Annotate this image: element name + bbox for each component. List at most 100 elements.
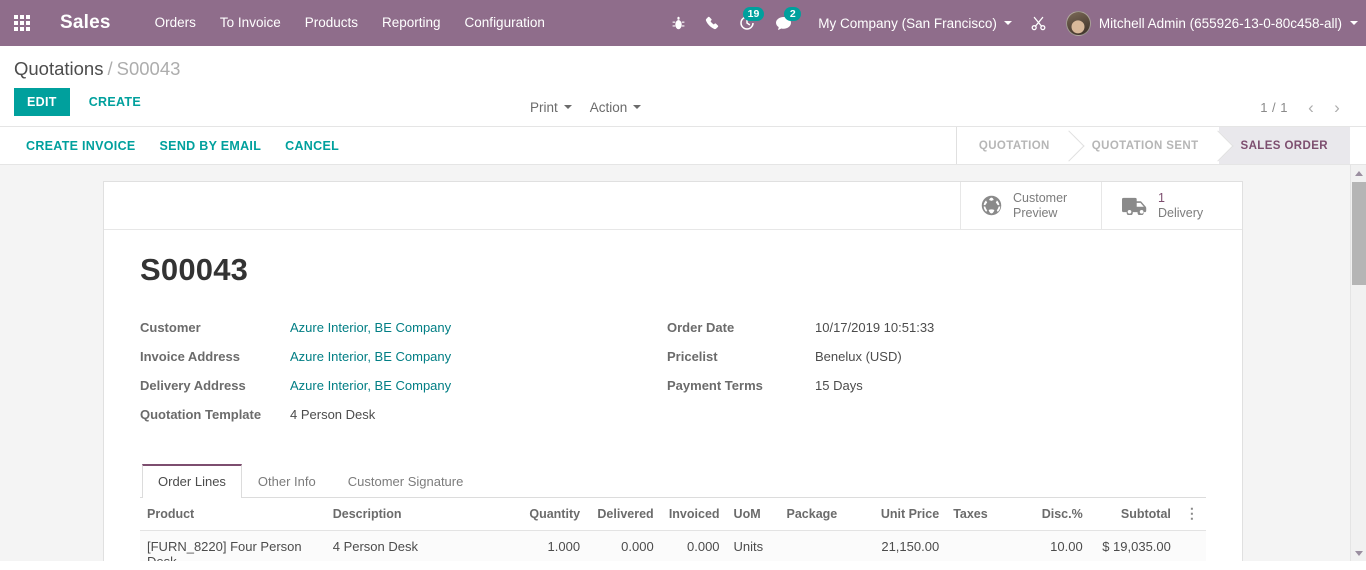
cell-subtotal: $ 19,035.00 bbox=[1090, 531, 1178, 562]
print-label: Print bbox=[530, 100, 558, 115]
pager-count: 1 / 1 bbox=[1260, 100, 1296, 115]
create-button[interactable]: CREATE bbox=[76, 88, 154, 116]
control-panel-buttons-row: EDIT CREATE Print Action 1 / 1 ‹ › bbox=[0, 88, 1366, 126]
messages-count-badge: 2 bbox=[784, 7, 801, 21]
cancel-button[interactable]: CANCEL bbox=[273, 133, 351, 159]
menu-item-reporting[interactable]: Reporting bbox=[370, 0, 453, 46]
navbar-right-tools: 19 2 My Company (San Francisco) Mitchell… bbox=[662, 0, 1358, 46]
tab-order-lines[interactable]: Order Lines bbox=[142, 464, 242, 498]
activity-clock-icon[interactable]: 19 bbox=[729, 0, 765, 46]
pager: 1 / 1 ‹ › bbox=[1260, 88, 1348, 126]
pager-previous-button[interactable]: ‹ bbox=[1300, 94, 1322, 120]
app-brand-sales[interactable]: Sales bbox=[44, 12, 121, 34]
send-by-email-button[interactable]: SEND BY EMAIL bbox=[148, 133, 274, 159]
chevron-down-icon bbox=[1004, 21, 1012, 25]
user-name: Mitchell Admin (655926-13-0-80c458-all) bbox=[1099, 16, 1342, 31]
scroll-down-arrow-icon[interactable] bbox=[1351, 545, 1366, 561]
print-dropdown[interactable]: Print bbox=[530, 100, 572, 115]
tab-other-info[interactable]: Other Info bbox=[242, 464, 332, 498]
scissors-icon[interactable] bbox=[1021, 0, 1056, 46]
menu-item-to-invoice[interactable]: To Invoice bbox=[208, 0, 293, 46]
scroll-up-arrow-icon[interactable] bbox=[1351, 165, 1366, 181]
status-sales-order[interactable]: SALES ORDER bbox=[1219, 127, 1350, 164]
optional-columns-toggle[interactable]: ⋮ bbox=[1178, 498, 1206, 531]
phone-icon[interactable] bbox=[695, 0, 729, 46]
field-customer-value[interactable]: Azure Interior, BE Company bbox=[290, 320, 451, 335]
stat-buttons-bar: Customer Preview 1 Delivery bbox=[104, 182, 1242, 230]
field-payment-terms: Payment Terms 15 Days bbox=[667, 378, 1206, 396]
apps-grid-icon[interactable] bbox=[0, 0, 44, 46]
activity-count-badge: 19 bbox=[743, 7, 765, 21]
tab-customer-signature[interactable]: Customer Signature bbox=[332, 464, 480, 498]
cell-invoiced: 0.000 bbox=[661, 531, 727, 562]
scrollbar-thumb[interactable] bbox=[1352, 182, 1366, 285]
record-sheet: Customer Preview 1 Delivery bbox=[103, 181, 1243, 561]
header-quantity[interactable]: Quantity bbox=[514, 498, 587, 531]
field-delivery-address-value[interactable]: Azure Interior, BE Company bbox=[290, 378, 451, 393]
header-uom[interactable]: UoM bbox=[727, 498, 780, 531]
menu-item-configuration[interactable]: Configuration bbox=[453, 0, 557, 46]
cell-description: 4 Person Desk bbox=[326, 531, 514, 562]
edit-button[interactable]: EDIT bbox=[14, 88, 70, 116]
page-title: S00043 bbox=[140, 252, 1206, 288]
form-column-left: Customer Azure Interior, BE Company Invo… bbox=[140, 320, 667, 436]
order-lines-body: [FURN_8220] Four Person Desk 4 Person De… bbox=[140, 531, 1206, 562]
table-header-row: Product Description Quantity Delivered I… bbox=[140, 498, 1206, 531]
form-fields: Customer Azure Interior, BE Company Invo… bbox=[140, 320, 1206, 436]
header-product[interactable]: Product bbox=[140, 498, 326, 531]
cell-delivered: 0.000 bbox=[587, 531, 661, 562]
header-discount[interactable]: Disc.% bbox=[1018, 498, 1090, 531]
field-invoice-address-value[interactable]: Azure Interior, BE Company bbox=[290, 349, 451, 364]
header-invoiced[interactable]: Invoiced bbox=[661, 498, 727, 531]
field-quotation-template: Quotation Template 4 Person Desk bbox=[140, 407, 667, 425]
field-payment-terms-value: 15 Days bbox=[815, 378, 863, 393]
delivery-label: 1 Delivery bbox=[1158, 191, 1203, 221]
customer-preview-label: Customer Preview bbox=[1013, 191, 1067, 221]
header-taxes[interactable]: Taxes bbox=[946, 498, 1017, 531]
vertical-dots-icon: ⋮ bbox=[1185, 505, 1199, 521]
control-panel: Quotations/S00043 EDIT CREATE Print Acti… bbox=[0, 46, 1366, 127]
status-quotation-sent[interactable]: QUOTATION SENT bbox=[1070, 127, 1219, 164]
table-row[interactable]: [FURN_8220] Four Person Desk 4 Person De… bbox=[140, 531, 1206, 562]
field-order-date-label: Order Date bbox=[667, 320, 815, 335]
action-dropdown[interactable]: Action bbox=[590, 100, 642, 115]
form-viewport: Customer Preview 1 Delivery bbox=[0, 165, 1366, 561]
avatar bbox=[1066, 11, 1091, 36]
breadcrumb: Quotations/S00043 bbox=[14, 58, 180, 80]
top-navbar: Sales Orders To Invoice Products Reporti… bbox=[0, 0, 1366, 46]
main-menu: Orders To Invoice Products Reporting Con… bbox=[143, 0, 557, 46]
form-column-right: Order Date 10/17/2019 10:51:33 Pricelist… bbox=[667, 320, 1206, 436]
messages-icon[interactable]: 2 bbox=[765, 0, 802, 46]
delivery-button[interactable]: 1 Delivery bbox=[1101, 182, 1242, 229]
header-subtotal[interactable]: Subtotal bbox=[1090, 498, 1178, 531]
field-quotation-template-value: 4 Person Desk bbox=[290, 407, 375, 422]
pager-next-button[interactable]: › bbox=[1326, 94, 1348, 120]
bug-icon[interactable] bbox=[662, 0, 695, 46]
truck-icon bbox=[1122, 197, 1147, 215]
sheet-body: S00043 Customer Azure Interior, BE Compa… bbox=[104, 230, 1242, 561]
menu-item-products[interactable]: Products bbox=[293, 0, 370, 46]
cell-quantity: 1.000 bbox=[514, 531, 587, 562]
breadcrumb-row: Quotations/S00043 bbox=[0, 46, 1366, 88]
status-quotation[interactable]: QUOTATION bbox=[957, 127, 1070, 164]
vertical-scrollbar[interactable] bbox=[1350, 165, 1366, 561]
field-invoice-address: Invoice Address Azure Interior, BE Compa… bbox=[140, 349, 667, 367]
breadcrumb-parent[interactable]: Quotations bbox=[14, 58, 103, 79]
menu-item-orders[interactable]: Orders bbox=[143, 0, 208, 46]
create-invoice-button[interactable]: CREATE INVOICE bbox=[14, 133, 148, 159]
cell-options bbox=[1178, 531, 1206, 562]
field-pricelist: Pricelist Benelux (USD) bbox=[667, 349, 1206, 367]
header-delivered[interactable]: Delivered bbox=[587, 498, 661, 531]
field-quotation-template-label: Quotation Template bbox=[140, 407, 290, 422]
user-menu[interactable]: Mitchell Admin (655926-13-0-80c458-all) bbox=[1056, 11, 1358, 36]
cell-taxes bbox=[946, 531, 1017, 562]
notebook-tabs: Order Lines Other Info Customer Signatur… bbox=[140, 464, 1206, 498]
header-package[interactable]: Package bbox=[780, 498, 862, 531]
chevron-down-icon bbox=[633, 105, 641, 109]
header-unit-price[interactable]: Unit Price bbox=[862, 498, 947, 531]
header-description[interactable]: Description bbox=[326, 498, 514, 531]
field-payment-terms-label: Payment Terms bbox=[667, 378, 815, 393]
company-selector[interactable]: My Company (San Francisco) bbox=[802, 16, 1021, 31]
field-pricelist-value: Benelux (USD) bbox=[815, 349, 902, 364]
customer-preview-button[interactable]: Customer Preview bbox=[960, 182, 1101, 229]
